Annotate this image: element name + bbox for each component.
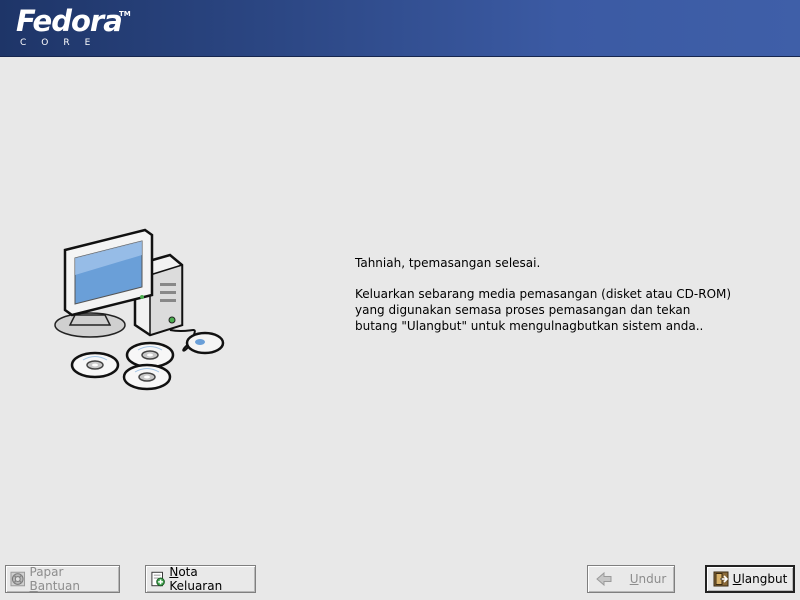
header-banner: Fedora TM CORE [0,0,800,57]
release-notes-button-label: Nota Keluaran [169,565,223,593]
lifebuoy-icon [10,571,26,587]
add-note-icon [151,571,165,587]
reboot-button[interactable]: Ulangbut [705,565,795,593]
brand-trademark: TM [119,10,131,18]
back-button[interactable]: Undur [587,565,675,593]
completion-message: Tahniah, tpemasangan selesai. Keluarkan … [355,255,775,334]
back-arrow-icon [595,571,612,587]
reboot-button-label: Ulangbut [732,572,788,586]
instructions-text: Keluarkan sebarang media pemasangan (dis… [355,287,732,333]
brand-subtitle: CORE [20,38,106,48]
exit-icon [713,571,729,587]
computer-with-discs-icon [54,228,225,391]
help-button[interactable]: Papar Bantuan [5,565,120,593]
help-button-label: Papar Bantuan [29,565,80,593]
release-notes-button[interactable]: Nota Keluaran [145,565,256,593]
congratulations-text: Tahniah, tpemasangan selesai. [355,256,541,270]
back-button-label: Undur [629,572,667,586]
fedora-core-logo: Fedora TM CORE [16,4,131,48]
brand-name: Fedora [16,4,123,38]
